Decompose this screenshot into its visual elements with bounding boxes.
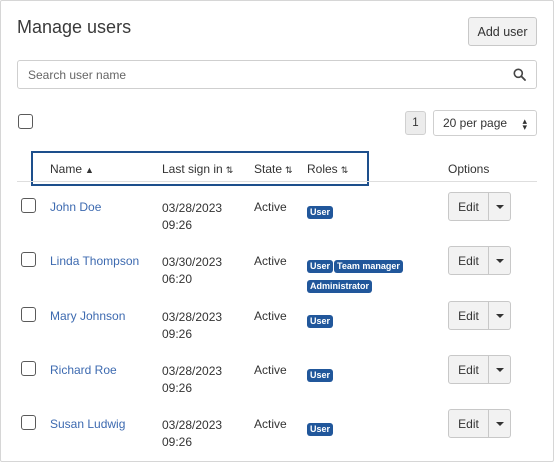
roles-cell: User — [307, 365, 417, 385]
row-checkbox[interactable] — [21, 198, 36, 213]
role-badge: User — [307, 315, 334, 328]
per-page-value: 20 per page — [443, 116, 508, 130]
row-checkbox[interactable] — [21, 361, 36, 376]
manage-users-panel: Manage users Add user 1 20 per page ▴▾ N… — [0, 0, 554, 462]
user-name-link[interactable]: John Doe — [50, 200, 101, 214]
role-badge: User — [307, 369, 334, 382]
chevron-down-icon — [495, 313, 504, 318]
edit-button-group: Edit — [448, 301, 511, 330]
add-user-button[interactable]: Add user — [468, 17, 537, 46]
chevron-updown-icon: ▴ ▾ — [522, 116, 527, 132]
user-name-link[interactable]: Mary Johnson — [50, 309, 125, 323]
options-dropdown-button[interactable] — [489, 192, 511, 221]
roles-cell: User — [307, 419, 417, 439]
edit-button[interactable]: Edit — [448, 192, 489, 221]
user-name-link[interactable]: Linda Thompson — [50, 254, 139, 268]
edit-button-group: Edit — [448, 246, 511, 275]
state-value: Active — [254, 417, 287, 431]
user-name-link[interactable]: Susan Ludwig — [50, 417, 125, 431]
row-checkbox[interactable] — [21, 307, 36, 322]
options-dropdown-button[interactable] — [489, 301, 511, 330]
row-checkbox[interactable] — [21, 252, 36, 267]
column-header-options: Options — [448, 162, 490, 176]
role-badge: Team manager — [334, 260, 403, 273]
edit-button[interactable]: Edit — [448, 409, 489, 438]
chevron-down-icon — [495, 204, 504, 209]
row-checkbox[interactable] — [21, 415, 36, 430]
last-sign-in: 03/28/2023 09:26 — [162, 418, 223, 449]
user-name-link[interactable]: Richard Roe — [50, 363, 117, 377]
chevron-down-icon — [495, 367, 504, 372]
state-value: Active — [254, 309, 287, 323]
options-dropdown-button[interactable] — [489, 409, 511, 438]
search-box — [17, 60, 537, 89]
search-input[interactable] — [18, 61, 508, 88]
search-icon[interactable] — [513, 68, 526, 81]
role-badge: User — [307, 423, 334, 436]
edit-button[interactable]: Edit — [448, 355, 489, 384]
last-sign-in: 03/28/2023 09:26 — [162, 201, 223, 232]
page-number-button[interactable]: 1 — [405, 111, 426, 135]
options-dropdown-button[interactable] — [489, 246, 511, 275]
state-value: Active — [254, 200, 287, 214]
edit-button[interactable]: Edit — [448, 301, 489, 330]
roles-cell: User — [307, 311, 417, 331]
state-value: Active — [254, 254, 287, 268]
edit-button-group: Edit — [448, 355, 511, 384]
role-badge: User — [307, 206, 334, 219]
edit-button[interactable]: Edit — [448, 246, 489, 275]
last-sign-in: 03/28/2023 09:26 — [162, 364, 223, 395]
last-sign-in: 03/30/2023 06:20 — [162, 255, 223, 286]
select-all-checkbox[interactable] — [18, 114, 33, 129]
roles-cell: User — [307, 202, 417, 222]
chevron-down-icon — [495, 421, 504, 426]
divider — [17, 181, 537, 182]
roles-cell: User Team manager Administrator — [307, 256, 417, 296]
options-dropdown-button[interactable] — [489, 355, 511, 384]
role-badge: User — [307, 260, 334, 273]
last-sign-in: 03/28/2023 09:26 — [162, 310, 223, 341]
state-value: Active — [254, 363, 287, 377]
edit-button-group: Edit — [448, 192, 511, 221]
role-badge: Administrator — [307, 280, 373, 293]
per-page-select[interactable]: 20 per page ▴ ▾ — [433, 110, 537, 136]
edit-button-group: Edit — [448, 409, 511, 438]
page-title: Manage users — [17, 17, 132, 37]
chevron-down-icon — [495, 258, 504, 263]
